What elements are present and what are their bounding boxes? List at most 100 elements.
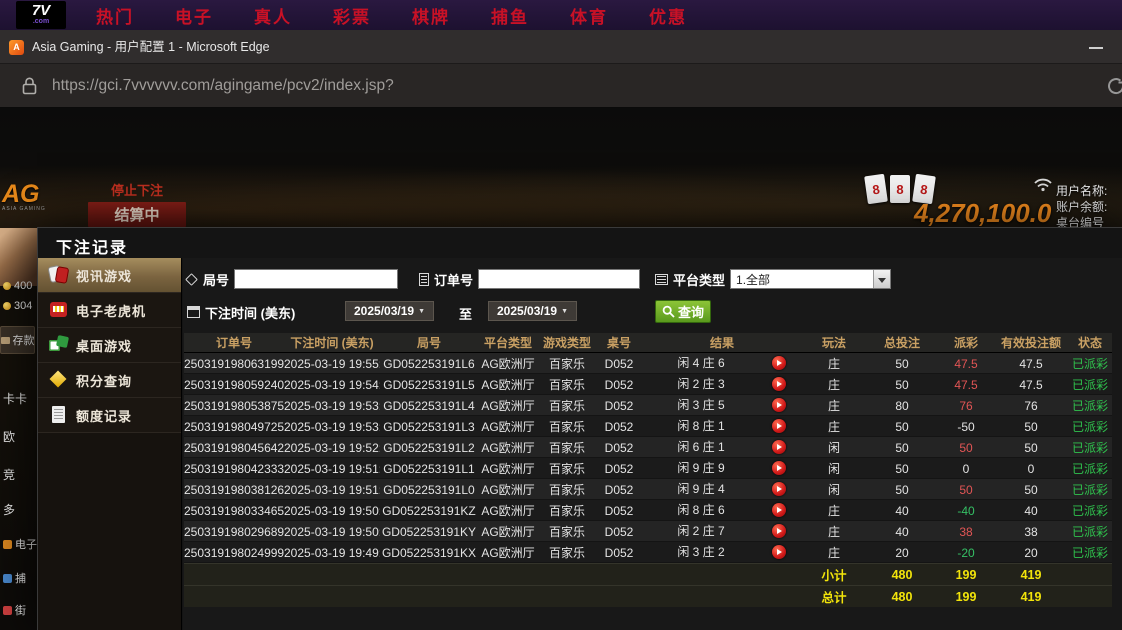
table-header-cell: 状态: [1068, 334, 1112, 351]
reload-icon[interactable]: [1105, 75, 1122, 102]
cell-game: 百家乐: [538, 376, 596, 393]
nav-menu-item[interactable]: 电子: [175, 3, 213, 28]
nav-menu-item[interactable]: 真人: [254, 3, 292, 28]
replay-button[interactable]: [772, 356, 786, 370]
left-rail-item[interactable]: 400: [3, 280, 32, 292]
result-text: 闲 9 庄 4: [642, 479, 760, 500]
stop-betting-label: 停止下注: [88, 180, 186, 199]
cell-round: GD052253191L1: [380, 462, 478, 476]
nav-menu-item[interactable]: 棋牌: [412, 3, 450, 28]
cell-valid-bet: 76: [994, 399, 1068, 413]
left-rail-item[interactable]: 电子: [3, 536, 37, 552]
replay-button[interactable]: [772, 440, 786, 454]
left-rail-item[interactable]: 欧: [3, 428, 15, 445]
search-icon: [662, 305, 675, 318]
cell-status: 已派彩: [1068, 544, 1112, 561]
left-rail-item[interactable]: 卡卡: [3, 390, 27, 407]
site-logo[interactable]: 7V .com: [16, 1, 66, 29]
lock-icon[interactable]: [22, 77, 37, 100]
result-text: 闲 4 庄 6: [642, 353, 760, 374]
cell-table: D052: [596, 357, 642, 371]
left-rail-item[interactable]: 捕: [3, 570, 26, 586]
cell-platform: AG欧洲厅: [478, 418, 538, 435]
user-info-line: 账户余额:: [1056, 199, 1107, 215]
nav-menu-item[interactable]: 体育: [570, 3, 608, 28]
minimize-button[interactable]: [1082, 30, 1110, 64]
nav-menu-item[interactable]: 捕鱼: [491, 3, 529, 28]
left-rail-item[interactable]: 竞: [3, 466, 15, 483]
sidebar-item-ledger[interactable]: 额度记录: [38, 398, 181, 433]
subtotal-valid-bet: 419: [994, 568, 1068, 582]
cell-platform: AG欧洲厅: [478, 460, 538, 477]
table-header-cell: 有效投注额: [994, 334, 1068, 351]
cell-round: GD052253191L0: [380, 483, 478, 497]
nav-menu-item[interactable]: 彩票: [333, 3, 371, 28]
table-row: 250319198059240 2025-03-19 19:54:35 GD05…: [184, 374, 1112, 395]
cell-payout: 50: [938, 483, 994, 497]
sidebar-item-label: 视讯游戏: [76, 266, 132, 285]
cell-result: 闲 4 庄 6: [642, 353, 802, 374]
rail-item-icon: [1, 337, 10, 344]
cell-play: 庄: [802, 544, 866, 561]
cell-result: 闲 2 庄 3: [642, 374, 802, 395]
to-label: 至: [459, 304, 472, 323]
date-from-picker[interactable]: 2025/03/19: [345, 301, 434, 321]
sidebar-item-dice[interactable]: 桌面游戏: [38, 328, 181, 363]
total-valid-bet: 419: [994, 590, 1068, 604]
replay-button[interactable]: [772, 524, 786, 538]
cell-time: 2025-03-19 19:51:20: [284, 483, 380, 497]
replay-button[interactable]: [772, 545, 786, 559]
table-row: 250319198042333 2025-03-19 19:51:59 GD05…: [184, 458, 1112, 479]
platform-select-value: 1.全部: [731, 271, 873, 288]
left-rail-item[interactable]: 304: [3, 300, 32, 312]
order-input[interactable]: [478, 269, 640, 289]
subtotal-total-bet: 480: [866, 568, 938, 582]
platform-select[interactable]: 1.全部: [730, 269, 891, 289]
site-favicon-icon: A: [9, 40, 24, 55]
sidebar-item-diamond[interactable]: 积分查询: [38, 363, 181, 398]
cell-valid-bet: 50: [994, 420, 1068, 434]
cell-platform: AG欧洲厅: [478, 544, 538, 561]
left-rail-item[interactable]: 存款: [0, 326, 35, 354]
replay-button[interactable]: [772, 398, 786, 412]
round-input[interactable]: [234, 269, 398, 289]
cell-round: GD052253191KX: [380, 546, 478, 560]
date-to-picker[interactable]: 2025/03/19: [488, 301, 577, 321]
address-input[interactable]: https://gci.7vvvvvv.com/agingame/pcv2/in…: [52, 64, 394, 108]
table-header-cell: 平台类型: [478, 334, 538, 351]
total-total-bet: 480: [866, 590, 938, 604]
nav-menu-item[interactable]: 优惠: [649, 3, 687, 28]
sidebar-item-cards[interactable]: 视讯游戏: [38, 258, 181, 293]
cell-table: D052: [596, 546, 642, 560]
cell-status: 已派彩: [1068, 460, 1112, 477]
sidebar-item-slot[interactable]: 电子老虎机: [38, 293, 181, 328]
search-button[interactable]: 查询: [655, 300, 711, 323]
rail-item-icon: [3, 302, 11, 310]
document-icon: [419, 273, 429, 286]
cell-platform: AG欧洲厅: [478, 481, 538, 498]
left-rail-item[interactable]: 街: [3, 602, 26, 618]
user-info-line: 用户名称:: [1056, 183, 1107, 199]
rail-item-icon: [3, 540, 12, 549]
table-row: 250319198063199 2025-03-19 19:55:12 GD05…: [184, 353, 1112, 374]
left-rail-item[interactable]: 多: [3, 501, 15, 518]
replay-button[interactable]: [772, 482, 786, 496]
cell-time: 2025-03-19 19:55:12: [284, 357, 380, 371]
table-row: 250319198053875 2025-03-19 19:53:50 GD05…: [184, 395, 1112, 416]
result-text: 闲 3 庄 5: [642, 395, 760, 416]
cell-round: GD052253191L5: [380, 378, 478, 392]
cell-status: 已派彩: [1068, 376, 1112, 393]
rail-item-label: 存款: [13, 332, 35, 348]
replay-button[interactable]: [772, 503, 786, 517]
table-header-cell: 下注时间 (美东): [284, 334, 380, 351]
replay-button[interactable]: [772, 419, 786, 433]
cell-valid-bet: 20: [994, 546, 1068, 560]
window-title-bar: A Asia Gaming - 用户配置 1 - Microsoft Edge: [0, 30, 1122, 64]
user-info-lines: 用户名称:账户余额:桌台编号: [1056, 183, 1107, 231]
replay-button[interactable]: [772, 461, 786, 475]
chevron-down-icon[interactable]: [873, 270, 890, 288]
replay-button[interactable]: [772, 377, 786, 391]
cell-play: 庄: [802, 523, 866, 540]
order-label: 订单号: [434, 270, 473, 289]
nav-menu-item[interactable]: 热门: [96, 3, 134, 28]
